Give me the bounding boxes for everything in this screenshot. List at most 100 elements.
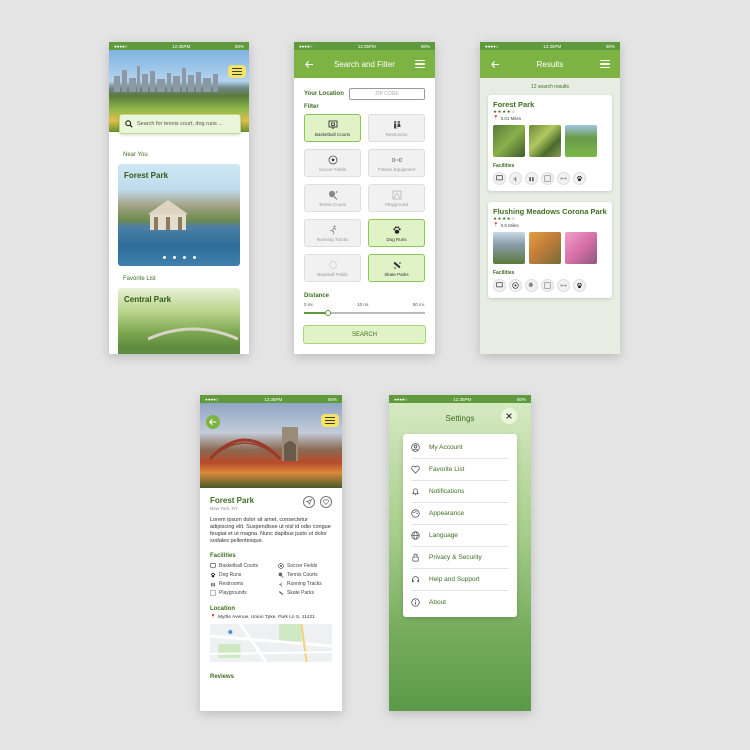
basketball-icon xyxy=(493,279,506,292)
slider-handle[interactable] xyxy=(325,309,332,316)
back-button[interactable] xyxy=(488,57,502,71)
filter-dog-runs[interactable]: Dog Runs xyxy=(368,219,425,247)
page-title: Search and Filter xyxy=(334,59,395,69)
menu-button[interactable] xyxy=(598,57,612,71)
top-bar: Results xyxy=(480,50,620,78)
directions-button[interactable] xyxy=(303,496,315,508)
distance-slider[interactable] xyxy=(304,307,425,317)
top-bar: Search and Filter xyxy=(294,50,435,78)
settings-item-help-support[interactable]: Help and Support xyxy=(411,569,509,591)
settings-item-notifications[interactable]: Notifications xyxy=(411,481,509,503)
distance-heading: Distance xyxy=(304,293,330,299)
tennis-icon xyxy=(328,190,337,200)
park-photo[interactable] xyxy=(529,125,561,157)
battery-indicator: 80% xyxy=(327,396,337,402)
pin-icon: 📍 xyxy=(493,115,499,120)
zip-code-input[interactable]: ZIP CODE xyxy=(349,88,425,100)
filter-fitness-equipment[interactable]: Fitness Equipment xyxy=(368,149,425,177)
menu-button[interactable] xyxy=(228,65,246,78)
facility-label: Restrooms xyxy=(219,580,244,587)
restroom-icon xyxy=(525,172,538,185)
dumbbell-icon xyxy=(557,279,570,292)
status-bar: ●●●●○ 12:35PM 80% xyxy=(294,42,435,50)
filter-soccer-fields[interactable]: Soccer Fields xyxy=(304,149,361,177)
facilities-heading: Facilities xyxy=(210,552,236,559)
near-park-card[interactable]: Forest Park xyxy=(118,164,240,266)
settings-item-about[interactable]: About xyxy=(411,591,509,613)
settings-item-my-account[interactable]: My Account xyxy=(411,437,509,459)
settings-item-label: Help and Support xyxy=(429,576,480,583)
settings-item-favorite-list[interactable]: Favorite List xyxy=(411,459,509,481)
filter-basketball-courts[interactable]: Basketball Courts xyxy=(304,114,361,142)
hamburger-icon xyxy=(600,60,610,68)
filter-tennis-courts[interactable]: Tennis Courts xyxy=(304,184,361,212)
facility-label: Skate Parks xyxy=(287,589,314,596)
basketball-icon xyxy=(210,562,216,567)
favorite-button[interactable] xyxy=(320,496,332,508)
status-bar: ●●●●○ 12:35PM 80% xyxy=(389,395,531,403)
pin-icon: 📍 xyxy=(493,222,499,227)
close-button[interactable] xyxy=(501,408,517,424)
playground-icon xyxy=(541,172,554,185)
filter-playground[interactable]: Playground xyxy=(368,184,425,212)
filter-baseball-fields[interactable]: Baseball Fields xyxy=(304,254,361,282)
filter-running-tracks[interactable]: Running Tracks xyxy=(304,219,361,247)
status-time: 12:35PM xyxy=(453,396,472,402)
result-card[interactable]: Forest Park ★★★★☆ 📍 0.01 Miles Facilities xyxy=(488,95,612,191)
soccer-icon xyxy=(278,562,284,569)
result-title: Forest Park xyxy=(493,100,535,109)
favorite-park-card[interactable]: Central Park xyxy=(118,288,240,354)
filter-heading: Filter xyxy=(304,104,319,110)
location-map[interactable] xyxy=(210,623,332,662)
soccer-icon xyxy=(509,279,522,292)
back-button[interactable] xyxy=(302,57,316,71)
facility-label: Basketball Courts xyxy=(219,562,259,569)
search-button[interactable]: SEARCH xyxy=(303,325,426,344)
hamburger-icon xyxy=(325,416,335,425)
search-input[interactable]: Search for tennis court, dog runs ... xyxy=(119,114,241,134)
facility-item: Restrooms xyxy=(210,581,278,587)
battery-indicator: 80% xyxy=(605,43,615,49)
facilities-heading: Facilities xyxy=(493,270,515,276)
park-photo[interactable] xyxy=(493,125,525,157)
park-photo[interactable] xyxy=(565,232,597,264)
tennis-icon xyxy=(525,279,538,292)
status-bar: ●●●●○ 12:35PM 80% xyxy=(109,42,249,50)
signal-indicator: ●●●●○ xyxy=(114,43,128,49)
close-icon xyxy=(506,413,512,419)
distance-row: 📍 0.01 Miles xyxy=(493,115,607,121)
park-photo[interactable] xyxy=(565,125,597,157)
facility-item: Basketball Courts xyxy=(210,563,278,569)
park-photo[interactable] xyxy=(493,232,525,264)
carousel-dots[interactable] xyxy=(118,256,240,259)
park-hero-image xyxy=(200,403,342,488)
park-photo[interactable] xyxy=(529,232,561,264)
menu-button[interactable] xyxy=(413,57,427,71)
facilities-list: Basketball Courts Soccer Fields Dog Runs… xyxy=(210,563,342,596)
favorite-park-title: Central Park xyxy=(124,295,172,304)
signal-indicator: ●●●●○ xyxy=(394,396,408,402)
filter-label: Skate Parks xyxy=(384,271,409,277)
bell-icon xyxy=(412,488,419,496)
settings-item-privacy-security[interactable]: Privacy & Security xyxy=(411,547,509,569)
reviews-heading: Reviews xyxy=(210,673,235,680)
playground-icon xyxy=(392,190,401,199)
status-bar: ●●●●○ 12:35PM 80% xyxy=(200,395,342,403)
result-distance: 0.01 Miles xyxy=(500,115,522,121)
near-park-title: Forest Park xyxy=(124,171,169,180)
paw-icon xyxy=(573,279,586,292)
palette-icon xyxy=(411,509,420,518)
filter-label: Playground xyxy=(385,201,408,207)
filter-skate-parks[interactable]: Skate Parks xyxy=(368,254,425,282)
filter-restrooms[interactable]: Restrooms xyxy=(368,114,425,142)
bridge-graphic xyxy=(148,327,238,341)
status-time: 12:35PM xyxy=(172,43,191,49)
back-button[interactable] xyxy=(206,415,220,429)
settings-item-language[interactable]: Language xyxy=(411,525,509,547)
menu-button[interactable] xyxy=(321,414,339,427)
result-card[interactable]: Flushing Meadows Corona Park ★★★★☆ 📍 0.5 … xyxy=(488,202,612,298)
hamburger-icon xyxy=(232,67,242,76)
paw-icon xyxy=(392,225,401,234)
status-time: 12:35PM xyxy=(543,43,562,49)
settings-item-appearance[interactable]: Appearance xyxy=(411,503,509,525)
